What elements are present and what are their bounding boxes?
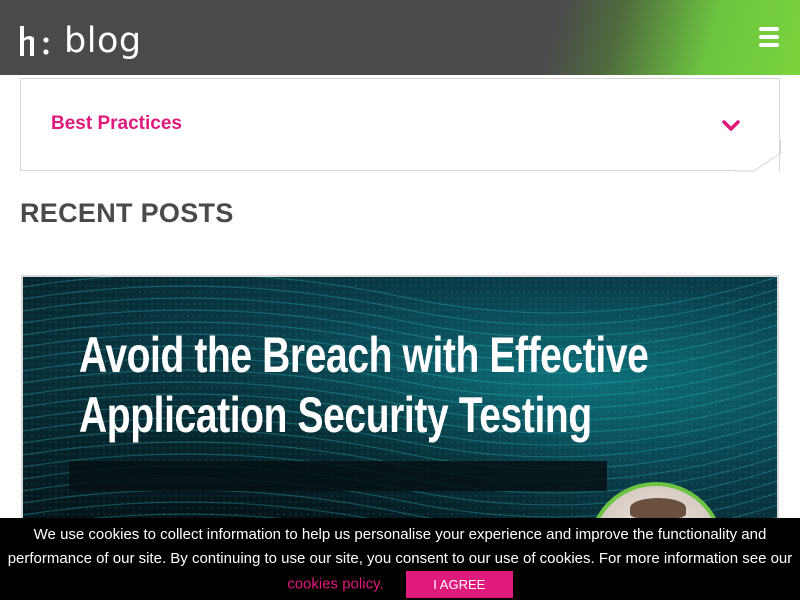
hackerone-h1-logo: [20, 26, 49, 56]
post-title[interactable]: Avoid the Breach with Effective Applicat…: [79, 325, 703, 445]
cookie-actions: cookies policy. I AGREE: [287, 571, 513, 598]
chevron-down-icon[interactable]: [722, 119, 740, 133]
category-label: Best Practices: [51, 113, 182, 134]
hamburger-menu-icon[interactable]: [759, 27, 781, 49]
logo-text: blog: [64, 21, 142, 61]
post-card[interactable]: Avoid the Breach with Effective Applicat…: [21, 275, 779, 535]
cookies-policy-link[interactable]: cookies policy.: [287, 575, 383, 592]
cookie-banner: We use cookies to collect information to…: [0, 518, 800, 600]
site-logo[interactable]: blog: [20, 20, 142, 62]
post-featured-image[interactable]: Avoid the Breach with Effective Applicat…: [23, 277, 777, 533]
recent-posts-heading: RECENT POSTS: [20, 198, 234, 228]
site-header: blog: [0, 0, 800, 75]
agree-button[interactable]: I AGREE: [405, 571, 513, 598]
avatar-hair: [630, 498, 686, 518]
corner-divider: [734, 140, 782, 172]
cookie-text: We use cookies to collect information to…: [7, 526, 793, 567]
subtitle-bar: [69, 461, 607, 491]
divider: [20, 170, 736, 171]
category-dropdown[interactable]: Best Practices: [20, 78, 782, 172]
post-title-line-1: Avoid the Breach with Effective: [79, 327, 649, 383]
post-title-line-2: Application Security Testing: [79, 387, 592, 443]
